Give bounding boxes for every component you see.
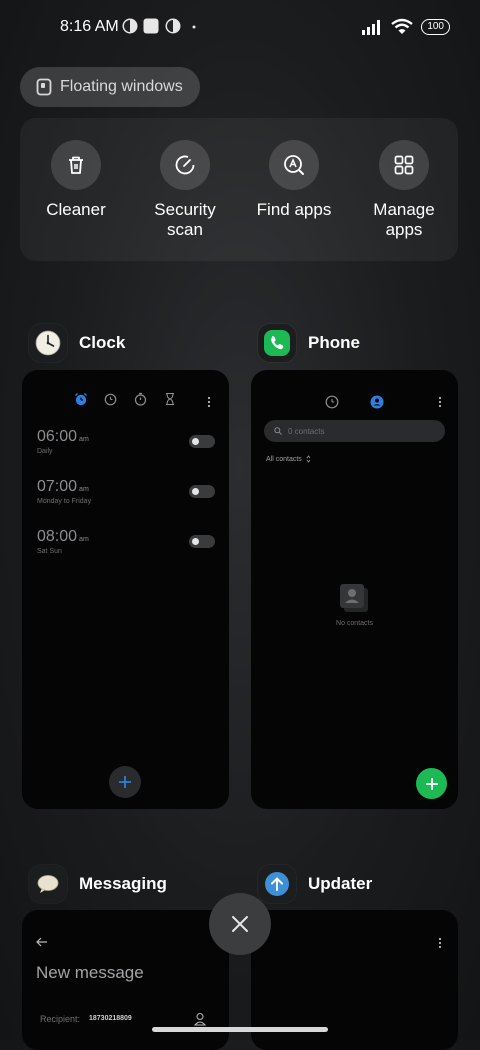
- wifi-icon: [391, 18, 414, 34]
- more-options-icon[interactable]: [207, 396, 211, 408]
- alarm-toggle[interactable]: [189, 535, 215, 548]
- cleaner-button[interactable]: Cleaner: [21, 140, 131, 220]
- alarm-repeat: Sat Sun: [37, 548, 62, 555]
- trash-icon: [51, 140, 101, 190]
- empty-contacts-label: No contacts: [336, 620, 373, 627]
- back-arrow-icon[interactable]: [36, 937, 48, 947]
- empty-contacts-icon: [340, 584, 368, 612]
- alarm-ampm: am: [79, 436, 89, 443]
- messaging-app-name: Messaging: [79, 874, 167, 893]
- search-placeholder: 0 contacts: [288, 426, 325, 436]
- sort-icon: [306, 455, 311, 463]
- plus-icon: [119, 776, 131, 788]
- contacts-tab-icon[interactable]: [370, 395, 384, 409]
- phone-app-icon: [258, 324, 296, 362]
- clear-all-button[interactable]: [209, 893, 271, 955]
- alarm-ampm: am: [79, 486, 89, 493]
- alarm-tab-icon[interactable]: [74, 392, 88, 406]
- floating-windows-label: Floating windows: [60, 78, 183, 95]
- cleaner-label: Cleaner: [46, 200, 106, 219]
- battery-indicator: 100: [421, 19, 450, 35]
- add-contact-button[interactable]: [416, 768, 447, 799]
- world-clock-tab-icon[interactable]: [104, 393, 117, 406]
- manage-apps-label: Manage apps: [373, 200, 435, 239]
- alarm-repeat: Monday to Friday: [37, 498, 92, 505]
- alarm-time: 08:00: [37, 528, 78, 545]
- add-alarm-button[interactable]: [109, 766, 141, 798]
- messaging-card-header[interactable]: Messaging: [29, 865, 167, 903]
- manage-apps-button[interactable]: Manage apps: [349, 140, 459, 240]
- app-notification-icon: [122, 18, 138, 34]
- phone-app-name: Phone: [308, 333, 360, 352]
- security-scan-button[interactable]: Security scan: [130, 140, 240, 240]
- contacts-filter-label: All contacts: [266, 455, 302, 463]
- clock-app-icon: [29, 324, 67, 362]
- recents-tab-icon[interactable]: [325, 395, 339, 409]
- updater-app-name: Updater: [308, 874, 373, 893]
- messaging-app-icon: [29, 865, 67, 903]
- alarm-time: 07:00: [37, 478, 78, 495]
- clock-app-name: Clock: [79, 333, 126, 352]
- find-apps-label: Find apps: [256, 200, 332, 219]
- status-time: 8:16 AM: [60, 18, 119, 35]
- signal-icon: [362, 20, 381, 35]
- find-apps-button[interactable]: Find apps: [239, 140, 349, 220]
- close-icon: [232, 916, 248, 932]
- app-notification-icon: [165, 18, 181, 34]
- phone-card-header[interactable]: Phone: [258, 324, 360, 362]
- alarm-toggle[interactable]: [189, 435, 215, 448]
- updater-app-icon: [258, 865, 296, 903]
- new-message-title: New message: [36, 963, 144, 982]
- find-apps-icon: [269, 140, 319, 190]
- stopwatch-tab-icon[interactable]: [134, 392, 147, 406]
- alarm-repeat: Daily: [37, 448, 53, 455]
- floating-windows-button[interactable]: Floating windows: [20, 67, 200, 107]
- alarm-ampm: am: [79, 536, 89, 543]
- alarm-time: 06:00: [37, 428, 78, 445]
- search-icon: [274, 427, 282, 435]
- more-options-icon[interactable]: [438, 937, 442, 949]
- contacts-filter[interactable]: All contacts: [266, 455, 311, 463]
- status-bar: 8:16 AM 100: [0, 0, 480, 56]
- updater-card-header[interactable]: Updater: [258, 865, 372, 903]
- plus-icon: [425, 777, 438, 790]
- dot-icon: [192, 25, 196, 29]
- alarm-toggle[interactable]: [189, 485, 215, 498]
- contact-picker-icon[interactable]: [194, 1012, 206, 1026]
- recipient-label: Recipient:: [40, 1014, 81, 1024]
- floating-window-icon: [36, 78, 52, 96]
- contacts-search-input[interactable]: 0 contacts: [264, 420, 445, 442]
- phone-app-preview[interactable]: 0 contacts All contacts No contacts: [251, 370, 458, 809]
- home-indicator[interactable]: [152, 1027, 328, 1032]
- clock-card-header[interactable]: Clock: [29, 324, 125, 362]
- quick-actions-panel: Cleaner Security scan Find apps Manage a…: [20, 118, 458, 261]
- image-notification-icon: [143, 18, 159, 34]
- grid-icon: [379, 140, 429, 190]
- security-scan-label: Security scan: [154, 200, 216, 239]
- clock-app-preview[interactable]: 06:00 am Daily 07:00 am Monday to Friday 0…: [22, 370, 229, 809]
- timer-tab-icon[interactable]: [164, 392, 176, 406]
- more-options-icon[interactable]: [438, 396, 442, 408]
- security-scan-icon: [160, 140, 210, 190]
- recipient-value[interactable]: 18730218809: [89, 1015, 132, 1022]
